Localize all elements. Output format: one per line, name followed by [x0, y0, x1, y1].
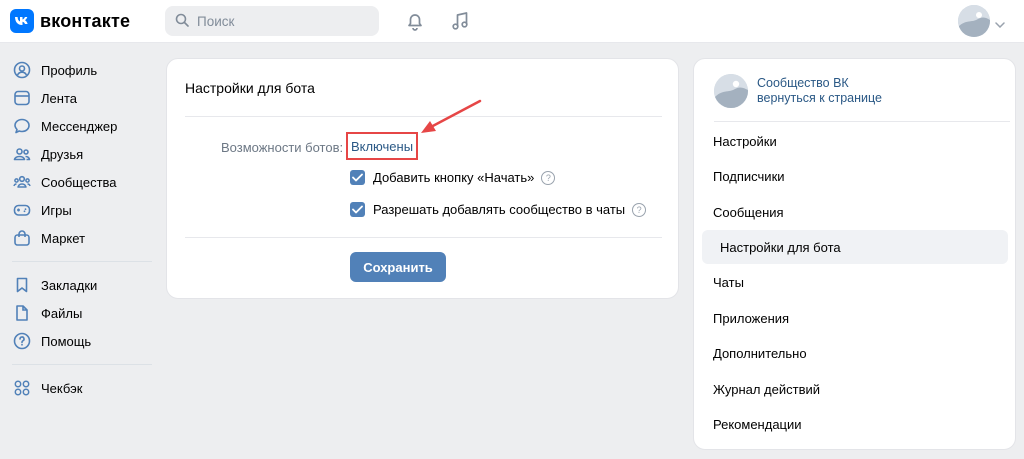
sidebar-item-label: Закладки — [41, 277, 98, 293]
sidebar-item-label: Маркет — [41, 230, 86, 246]
sidebar-item-label: Файлы — [41, 305, 83, 321]
vk-logo-icon — [10, 9, 34, 33]
music-icon[interactable] — [449, 10, 471, 32]
bookmark-icon — [12, 275, 32, 295]
menu-item-chats[interactable]: Чаты — [702, 265, 1008, 299]
menu-item-recommendations[interactable]: Рекомендации — [702, 407, 1008, 441]
sidebar-item-label: Чекбэк — [41, 380, 83, 396]
sidebar-item-profile[interactable]: Профиль — [12, 56, 152, 84]
games-icon — [12, 200, 32, 220]
profile-icon — [12, 60, 32, 80]
friends-icon — [12, 144, 32, 164]
community-settings-menu: Сообщество ВК вернуться к странице Настр… — [693, 58, 1016, 450]
checkbox-label: Добавить кнопку «Начать» — [373, 170, 535, 185]
menu-item-action-log[interactable]: Журнал действий — [702, 372, 1008, 406]
logo-text: вконтакте — [40, 10, 131, 31]
start-button-checkbox-row[interactable]: Добавить кнопку «Начать» ? — [350, 170, 556, 185]
sidebar-item-label: Игры — [41, 202, 72, 218]
file-icon — [12, 303, 32, 323]
sidebar-item-help[interactable]: Помощь — [12, 327, 152, 355]
market-icon — [12, 228, 32, 248]
checkback-icon — [12, 378, 32, 398]
sidebar-item-label: Профиль — [41, 62, 98, 78]
sidebar-item-messenger[interactable]: Мессенджер — [12, 112, 152, 140]
allow-chats-checkbox-row[interactable]: Разрешать добавлять сообщество в чаты ? — [350, 202, 647, 217]
left-sidebar: Профиль Лента Мессенджер Друзья Сообщест… — [12, 56, 152, 402]
bot-capabilities-value[interactable]: Включены — [346, 132, 418, 160]
community-name[interactable]: Сообщество ВК — [757, 76, 882, 91]
start-button-checkbox[interactable] — [350, 170, 365, 185]
sidebar-divider — [12, 261, 152, 262]
menu-item-apps[interactable]: Приложения — [702, 301, 1008, 335]
checkbox-label: Разрешать добавлять сообщество в чаты — [373, 202, 626, 217]
back-to-page-link[interactable]: вернуться к странице — [757, 91, 882, 106]
divider — [714, 121, 1010, 122]
sidebar-item-label: Друзья — [41, 146, 84, 162]
divider — [185, 237, 662, 238]
sidebar-item-bookmarks[interactable]: Закладки — [12, 271, 152, 299]
search-icon — [175, 13, 189, 30]
search-input[interactable] — [197, 13, 367, 29]
page-title: Настройки для бота — [185, 80, 315, 96]
help-icon[interactable]: ? — [632, 202, 647, 217]
menu-item-settings[interactable]: Настройки — [702, 124, 1008, 158]
user-avatar[interactable] — [958, 5, 990, 37]
search-box[interactable] — [165, 6, 379, 36]
menu-item-messages[interactable]: Сообщения — [702, 195, 1008, 229]
bot-capabilities-value-text: Включены — [350, 138, 414, 154]
vk-logo[interactable]: вконтакте — [10, 9, 130, 33]
chevron-down-icon[interactable] — [995, 16, 1005, 31]
help-icon — [12, 331, 32, 351]
menu-item-subscribers[interactable]: Подписчики — [702, 159, 1008, 193]
feed-icon — [12, 88, 32, 108]
sidebar-item-games[interactable]: Игры — [12, 196, 152, 224]
bot-settings-card: Настройки для бота Возможности ботов: Вк… — [166, 58, 679, 299]
sidebar-item-market[interactable]: Маркет — [12, 224, 152, 252]
sidebar-item-label: Мессенджер — [41, 118, 118, 134]
annotation-arrow — [421, 99, 482, 133]
messenger-icon — [12, 116, 32, 136]
bot-capabilities-label: Возможности ботов: — [221, 140, 344, 155]
sidebar-item-communities[interactable]: Сообщества — [12, 168, 152, 196]
save-button[interactable]: Сохранить — [350, 252, 446, 282]
sidebar-item-label: Помощь — [41, 333, 92, 349]
sidebar-item-label: Сообщества — [41, 174, 117, 190]
menu-item-advanced[interactable]: Дополнительно — [702, 336, 1008, 370]
menu-item-bot-settings[interactable]: Настройки для бота — [702, 230, 1008, 264]
sidebar-item-feed[interactable]: Лента — [12, 84, 152, 112]
sidebar-item-files[interactable]: Файлы — [12, 299, 152, 327]
sidebar-item-checkback[interactable]: Чекбэк — [12, 374, 152, 402]
bell-icon[interactable] — [404, 10, 426, 32]
sidebar-divider — [12, 364, 152, 365]
top-bar: вконтакте — [0, 0, 1024, 43]
allow-chats-checkbox[interactable] — [350, 202, 365, 217]
community-header[interactable]: Сообщество ВК вернуться к странице — [714, 74, 882, 108]
help-icon[interactable]: ? — [541, 170, 556, 185]
sidebar-item-label: Лента — [41, 90, 77, 106]
communities-icon — [12, 172, 32, 192]
sidebar-item-friends[interactable]: Друзья — [12, 140, 152, 168]
community-avatar — [714, 74, 748, 108]
